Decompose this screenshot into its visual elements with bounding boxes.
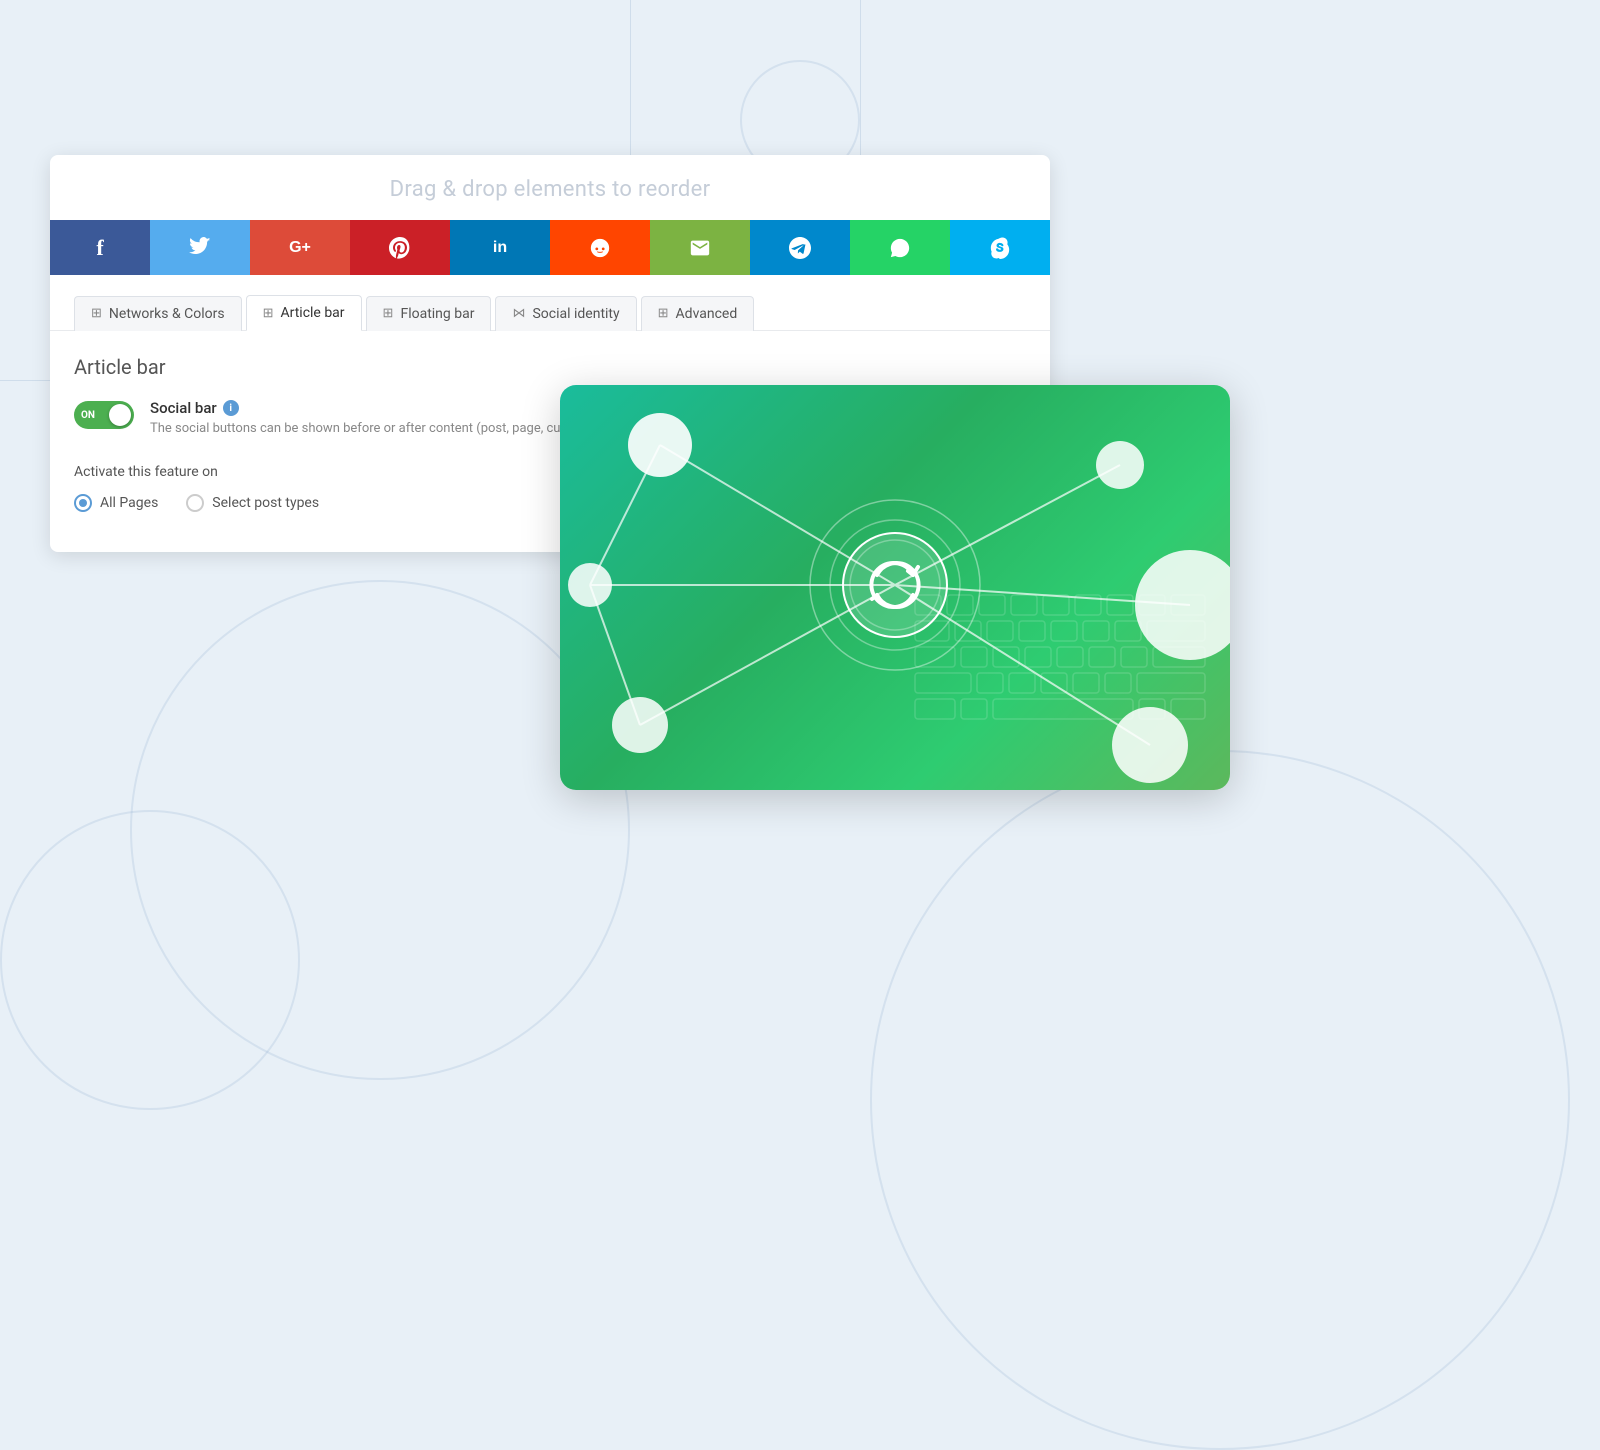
social-bar: f G+ in (50, 220, 1050, 275)
tab-social-identity[interactable]: ⋈ Social identity (495, 296, 636, 331)
toggle-on-label: ON (81, 410, 95, 421)
tab-icon-article: ⊞ (263, 306, 274, 321)
tab-advanced[interactable]: ⊞ Advanced (641, 296, 755, 331)
social-bar-label: Social bar i (150, 399, 579, 417)
radio-circle-select-post (186, 494, 204, 512)
radio-all-pages[interactable]: All Pages (74, 494, 158, 512)
info-icon[interactable]: i (223, 400, 239, 416)
pinterest-btn[interactable] (350, 220, 450, 275)
reddit-btn[interactable] (550, 220, 650, 275)
linkedin-btn[interactable]: in (450, 220, 550, 275)
telegram-btn[interactable] (750, 220, 850, 275)
skype-btn[interactable] (950, 220, 1050, 275)
social-bar-toggle[interactable]: ON (74, 401, 134, 429)
tab-floating-bar[interactable]: ⊞ Floating bar (366, 296, 492, 331)
facebook-btn[interactable]: f (50, 220, 150, 275)
bg-circle-2 (0, 810, 300, 1110)
toggle-text-group: Social bar i The social buttons can be s… (150, 399, 579, 436)
bg-circle-1 (130, 580, 630, 1080)
whatsapp-btn[interactable] (850, 220, 950, 275)
network-svg (560, 385, 1230, 790)
tab-icon-advanced: ⊞ (658, 306, 669, 321)
tab-icon-floating: ⊞ (383, 306, 394, 321)
tab-article-bar[interactable]: ⊞ Article bar (246, 295, 362, 331)
social-bar-description: The social buttons can be shown before o… (150, 421, 579, 436)
tab-icon-networks: ⊞ (91, 306, 102, 321)
green-card-background (560, 385, 1230, 790)
bg-circle-3 (870, 750, 1570, 1450)
twitter-btn[interactable] (150, 220, 250, 275)
tab-icon-social: ⋈ (512, 306, 525, 321)
radio-circle-all-pages (74, 494, 92, 512)
toggle-knob (109, 404, 131, 426)
email-btn[interactable] (650, 220, 750, 275)
drag-drop-header: Drag & drop elements to reorder (50, 155, 1050, 220)
radio-select-post-types[interactable]: Select post types (186, 494, 319, 512)
googleplus-btn[interactable]: G+ (250, 220, 350, 275)
green-network-card (560, 385, 1230, 790)
tab-bar: ⊞ Networks & Colors ⊞ Article bar ⊞ Floa… (50, 275, 1050, 331)
tab-networks-colors[interactable]: ⊞ Networks & Colors (74, 296, 242, 331)
